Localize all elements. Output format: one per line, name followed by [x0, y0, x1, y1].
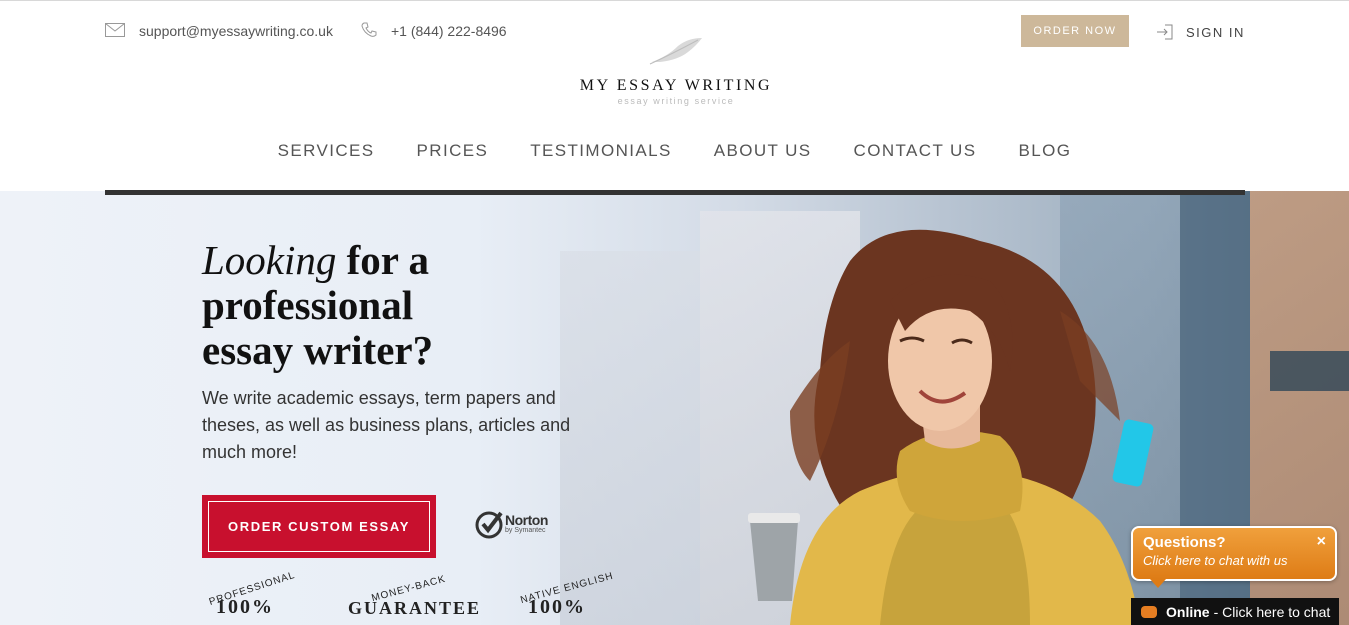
norton-name: Norton — [505, 512, 548, 528]
chat-bar-text: - Click here to chat — [1213, 603, 1331, 620]
phone-icon — [361, 22, 377, 41]
order-now-button[interactable]: ORDER NOW — [1021, 15, 1129, 47]
headline-italic: Looking — [202, 237, 337, 283]
chat-close-icon[interactable]: × — [1317, 533, 1326, 551]
top-border — [0, 0, 1349, 1]
headline-line2: professional — [202, 282, 414, 328]
chat-bubble-icon — [1141, 605, 1157, 618]
badge-professional: PROFESSIONAL 100% — [208, 570, 298, 619]
email-text[interactable]: support@myessaywriting.co.uk — [139, 23, 333, 39]
chat-bar[interactable]: Online - Click here to chat — [1131, 598, 1339, 625]
background-building — [560, 251, 700, 625]
badge-money-back: MONEY-BACK GUARANTEE — [348, 574, 482, 619]
hero-woman-image — [748, 229, 1154, 625]
hero-subtext: We write academic essays, term papers an… — [202, 388, 571, 462]
logo-tagline: essay writing service — [617, 96, 735, 106]
chat-popup-tail — [1150, 579, 1166, 588]
order-custom-essay-button[interactable]: ORDER CUSTOM ESSAY — [202, 495, 436, 558]
norton-check-icon — [475, 511, 503, 539]
norton-sub: by Symantec — [505, 527, 546, 534]
hero-headline: Looking for a professional essay writer? — [202, 238, 433, 373]
background-balcony — [1270, 351, 1349, 391]
nav-services[interactable]: SERVICES — [278, 141, 375, 161]
nav-about-us[interactable]: ABOUT US — [714, 141, 812, 161]
feather-icon — [649, 38, 702, 65]
envelope-icon — [105, 22, 125, 40]
sign-in-link[interactable]: SIGN IN — [1156, 22, 1245, 42]
chat-status: Online — [1166, 603, 1210, 620]
chat-title: Questions? — [1143, 534, 1226, 551]
nav-blog[interactable]: BLOG — [1018, 141, 1071, 161]
chat-popup[interactable]: Questions? Click here to chat with us × — [1131, 526, 1337, 581]
logo-name: MY ESSAY WRITING — [579, 77, 773, 94]
headline-rest: for a — [336, 237, 430, 283]
email-contact[interactable]: support@myessaywriting.co.uk — [105, 21, 333, 41]
headline-line3: essay writer? — [202, 327, 434, 373]
badge-native-english: NATIVE ENGLISH 100% — [518, 571, 615, 619]
nav-prices[interactable]: PRICES — [417, 141, 489, 161]
nav-testimonials[interactable]: TESTIMONIALS — [530, 141, 672, 161]
nav-contact-us[interactable]: CONTACT US — [854, 141, 977, 161]
chat-subtitle: Click here to chat with us — [1143, 553, 1288, 568]
sign-in-icon — [1157, 24, 1173, 40]
site-logo[interactable]: MY ESSAY WRITING essay writing service — [560, 36, 792, 108]
header-divider — [105, 190, 1245, 195]
main-nav: SERVICES PRICES TESTIMONIALS ABOUT US CO… — [0, 141, 1349, 161]
badge-big: GUARANTEE — [348, 598, 482, 618]
phone-text[interactable]: +1 (844) 222-8496 — [391, 23, 507, 39]
cta-label[interactable]: ORDER CUSTOM ESSAY — [208, 501, 430, 552]
norton-badge: Norton by Symantec — [475, 509, 548, 539]
sign-in-label[interactable]: SIGN IN — [1186, 25, 1245, 40]
phone-contact[interactable]: +1 (844) 222-8496 — [361, 21, 507, 41]
